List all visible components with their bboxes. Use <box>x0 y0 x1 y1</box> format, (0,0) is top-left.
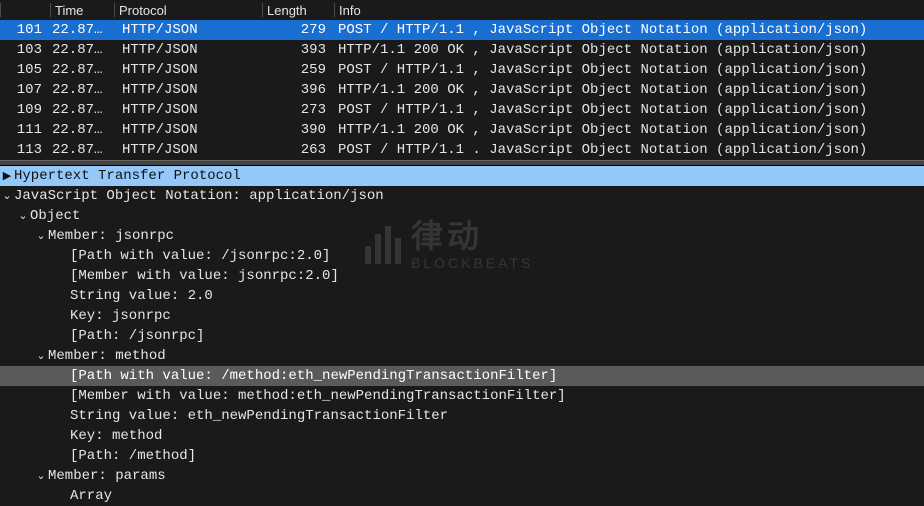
cell-protocol: HTTP/JSON <box>112 42 260 58</box>
member-method-label: Member: method <box>48 348 166 364</box>
member-params[interactable]: ⌄ Member: params <box>0 466 924 486</box>
col-header-time-label: Time <box>55 3 83 18</box>
cell-time: 22.87… <box>48 42 112 58</box>
method-string-value[interactable]: String value: eth_newPendingTransactionF… <box>0 406 924 426</box>
method-path[interactable]: [Path: /method] <box>0 446 924 466</box>
packet-row[interactable]: 10322.87…HTTP/JSON393HTTP/1.1 200 OK , J… <box>0 40 924 60</box>
cell-info: POST / HTTP/1.1 , JavaScript Object Nota… <box>332 62 924 78</box>
packet-row[interactable]: 10522.87…HTTP/JSON259POST / HTTP/1.1 , J… <box>0 60 924 80</box>
cell-no: 101 <box>0 22 48 38</box>
jsonrpc-member-value[interactable]: [Member with value: jsonrpc:2.0] <box>0 266 924 286</box>
proto-http-label: Hypertext Transfer Protocol <box>14 168 241 184</box>
cell-no: 103 <box>0 42 48 58</box>
params-array[interactable]: Array <box>0 486 924 506</box>
cell-no: 113 <box>0 142 48 158</box>
jsonrpc-key[interactable]: Key: jsonrpc <box>0 306 924 326</box>
packet-list-header: Time Protocol Length Info <box>0 0 924 20</box>
method-path-value[interactable]: [Path with value: /method:eth_newPending… <box>0 366 924 386</box>
cell-info: HTTP/1.1 200 OK , JavaScript Object Nota… <box>332 42 924 58</box>
cell-info: HTTP/1.1 200 OK , JavaScript Object Nota… <box>332 82 924 98</box>
cell-info: POST / HTTP/1.1 , JavaScript Object Nota… <box>332 22 924 38</box>
cell-length: 393 <box>260 42 332 58</box>
chevron-down-icon[interactable]: ⌄ <box>0 189 14 203</box>
cell-protocol: HTTP/JSON <box>112 62 260 78</box>
jsonrpc-string-value[interactable]: String value: 2.0 <box>0 286 924 306</box>
col-header-info-label: Info <box>339 3 361 18</box>
col-header-no[interactable] <box>0 0 48 20</box>
chevron-right-icon[interactable]: ▶ <box>0 169 14 183</box>
packet-detail-pane: ▶ Hypertext Transfer Protocol ⌄ JavaScri… <box>0 166 924 506</box>
proto-json-label: JavaScript Object Notation: application/… <box>14 188 384 204</box>
cell-length: 273 <box>260 102 332 118</box>
chevron-down-icon[interactable]: ⌄ <box>34 349 48 363</box>
col-header-info[interactable]: Info <box>332 0 924 20</box>
cell-length: 396 <box>260 82 332 98</box>
col-header-protocol[interactable]: Protocol <box>112 0 260 20</box>
json-object-label: Object <box>30 208 80 224</box>
col-header-length-label: Length <box>267 3 307 18</box>
cell-no: 111 <box>0 122 48 138</box>
cell-time: 22.87… <box>48 22 112 38</box>
cell-protocol: HTTP/JSON <box>112 122 260 138</box>
member-method[interactable]: ⌄ Member: method <box>0 346 924 366</box>
json-object[interactable]: ⌄ Object <box>0 206 924 226</box>
cell-protocol: HTTP/JSON <box>112 82 260 98</box>
packet-list: Time Protocol Length Info 10122.87…HTTP/… <box>0 0 924 160</box>
col-header-protocol-label: Protocol <box>119 3 167 18</box>
cell-length: 263 <box>260 142 332 158</box>
cell-time: 22.87… <box>48 142 112 158</box>
member-jsonrpc-label: Member: jsonrpc <box>48 228 174 244</box>
cell-length: 259 <box>260 62 332 78</box>
method-member-value[interactable]: [Member with value: method:eth_newPendin… <box>0 386 924 406</box>
cell-no: 105 <box>0 62 48 78</box>
cell-no: 107 <box>0 82 48 98</box>
jsonrpc-path-value[interactable]: [Path with value: /jsonrpc:2.0] <box>0 246 924 266</box>
cell-info: POST / HTTP/1.1 , JavaScript Object Nota… <box>332 102 924 118</box>
member-jsonrpc[interactable]: ⌄ Member: jsonrpc <box>0 226 924 246</box>
cell-length: 279 <box>260 22 332 38</box>
packet-row[interactable]: 10122.87…HTTP/JSON279POST / HTTP/1.1 , J… <box>0 20 924 40</box>
cell-protocol: HTTP/JSON <box>112 22 260 38</box>
cell-no: 109 <box>0 102 48 118</box>
method-key[interactable]: Key: method <box>0 426 924 446</box>
cell-time: 22.87… <box>48 62 112 78</box>
packet-row[interactable]: 11322.87…HTTP/JSON263POST / HTTP/1.1 . J… <box>0 140 924 160</box>
cell-time: 22.87… <box>48 102 112 118</box>
proto-http[interactable]: ▶ Hypertext Transfer Protocol <box>0 166 924 186</box>
col-header-time[interactable]: Time <box>48 0 112 20</box>
cell-protocol: HTTP/JSON <box>112 102 260 118</box>
col-header-length[interactable]: Length <box>260 0 332 20</box>
member-params-label: Member: params <box>48 468 166 484</box>
cell-time: 22.87… <box>48 122 112 138</box>
jsonrpc-path[interactable]: [Path: /jsonrpc] <box>0 326 924 346</box>
proto-json[interactable]: ⌄ JavaScript Object Notation: applicatio… <box>0 186 924 206</box>
cell-protocol: HTTP/JSON <box>112 142 260 158</box>
packet-row[interactable]: 11122.87…HTTP/JSON390HTTP/1.1 200 OK , J… <box>0 120 924 140</box>
cell-length: 390 <box>260 122 332 138</box>
chevron-down-icon[interactable]: ⌄ <box>34 469 48 483</box>
chevron-down-icon[interactable]: ⌄ <box>34 229 48 243</box>
cell-info: HTTP/1.1 200 OK , JavaScript Object Nota… <box>332 122 924 138</box>
packet-row[interactable]: 10722.87…HTTP/JSON396HTTP/1.1 200 OK , J… <box>0 80 924 100</box>
chevron-down-icon[interactable]: ⌄ <box>16 209 30 223</box>
cell-info: POST / HTTP/1.1 . JavaScript Object Nota… <box>332 142 924 158</box>
cell-time: 22.87… <box>48 82 112 98</box>
packet-row[interactable]: 10922.87…HTTP/JSON273POST / HTTP/1.1 , J… <box>0 100 924 120</box>
